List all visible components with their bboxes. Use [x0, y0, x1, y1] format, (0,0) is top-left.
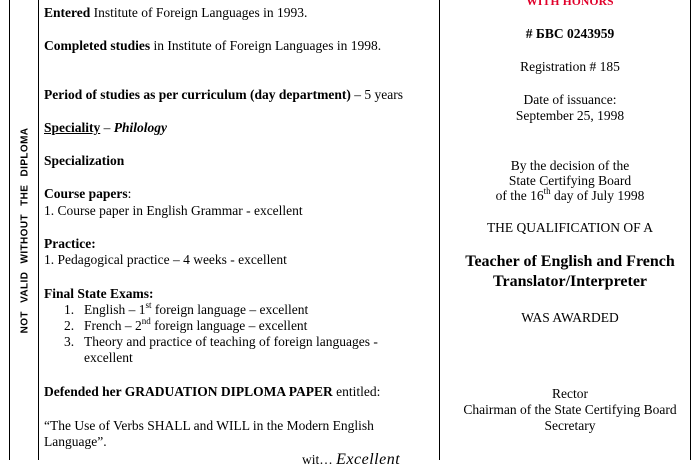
completed-line: Completed studies in Institute of Foreig… — [44, 38, 381, 54]
rector-label: Rector — [552, 386, 588, 401]
date-value: September 25, 1998 — [515, 108, 625, 123]
course-papers-heading: Course papers: — [44, 186, 131, 202]
exam-item: 2. French – 2nd foreign language – excell… — [64, 315, 378, 334]
course-papers-title: Course papers — [44, 186, 128, 201]
exam-item: 1. English – 1st foreign language – excel… — [64, 299, 378, 318]
defended-line: Defended her GRADUATION DIPLOMA PAPER en… — [44, 384, 380, 400]
decision-superscript: th — [543, 185, 551, 196]
practice-heading: Practice: — [44, 236, 96, 251]
practice-item: 1. Pedagogical practice – 4 weeks - exce… — [44, 252, 287, 267]
decision-text: day of July 1998 — [550, 188, 645, 203]
exam-item: 3. Theory and practice of teaching of for… — [64, 334, 378, 350]
honors-label: WITH HONORS — [526, 0, 614, 8]
exam-superscript: st — [145, 299, 152, 310]
completed-text: in Institute of Foreign Languages in 199… — [150, 38, 382, 53]
qualification-line-1: Teacher of English and French — [465, 253, 675, 270]
registration-number: Registration # 185 — [520, 59, 620, 74]
diploma-page: NOT VALID WITHOUT THE DIPLOMA Entered In… — [0, 0, 700, 468]
entered-label: Entered — [44, 5, 91, 20]
side-label-column: NOT VALID WITHOUT THE DIPLOMA — [14, 0, 36, 460]
exam-text: French – 2 — [84, 318, 142, 333]
exam-text: Theory and practice of teaching of forei… — [84, 334, 378, 349]
speciality-label: Speciality — [44, 120, 101, 135]
defended-label: Defended her GRADUATION DIPLOMA PAPER — [44, 384, 333, 399]
exam-item-continued: excellent — [64, 350, 378, 366]
defended-text: entitled: — [332, 384, 381, 399]
secretary-label: Secretary — [544, 418, 596, 433]
awarded-label: WAS AWARDED — [521, 310, 619, 325]
exam-number: 3. — [64, 334, 75, 349]
completed-label: Completed studies — [44, 38, 151, 53]
entered-text: Institute of Foreign Languages in 1993. — [90, 5, 308, 20]
exam-number: 2. — [64, 318, 75, 333]
exam-text: foreign language – excellent — [151, 302, 309, 317]
course-paper-item: 1. Course paper in English Grammar - exc… — [44, 203, 303, 218]
grade-line-cut: wit… Excellent — [302, 452, 400, 468]
final-exams-heading: Final State Exams: — [44, 286, 154, 301]
decision-line-3: of the 16th day of July 1998 — [440, 185, 700, 204]
speciality-value: Philology — [113, 120, 167, 135]
course-papers-colon: : — [127, 186, 132, 201]
qualification-line-2: Translator/Interpreter — [492, 273, 648, 290]
diploma-number: # БВС 0243959 — [525, 26, 615, 41]
exam-text: English – 1 — [84, 302, 146, 317]
exam-text: excellent — [84, 350, 133, 365]
period-line: Period of studies as per curriculum (day… — [44, 87, 403, 103]
period-label: Period of studies as per curriculum (day… — [44, 87, 351, 102]
qualification-label: THE QUALIFICATION OF A — [486, 220, 654, 235]
side-divider-line — [38, 0, 39, 460]
left-border-line — [9, 0, 10, 460]
entered-line: Entered Institute of Foreign Languages i… — [44, 5, 307, 21]
paper-title-line-1: “The Use of Verbs SHALL and WILL in the … — [44, 418, 374, 433]
date-label: Date of issuance: — [523, 92, 617, 107]
exam-superscript: nd — [141, 315, 151, 326]
decision-text: of the 16 — [495, 188, 544, 203]
chairman-label: Chairman of the State Certifying Board — [463, 402, 677, 417]
exam-number: 1. — [64, 302, 75, 317]
paper-title-line-2: Language”. — [44, 434, 107, 449]
speciality-line: Speciality – Philology — [44, 120, 167, 136]
decision-line-2: State Certifying Board — [508, 173, 632, 188]
decision-line-1: By the decision of the — [510, 158, 630, 173]
side-label: NOT VALID WITHOUT THE DIPLOMA — [19, 127, 31, 333]
exam-text: foreign language – excellent — [150, 318, 308, 333]
period-text: – 5 years — [350, 87, 403, 102]
final-exams-list: 1. English – 1st foreign language – excel… — [64, 299, 378, 366]
speciality-dash: – — [100, 120, 114, 135]
specialization-heading: Specialization — [44, 153, 125, 168]
